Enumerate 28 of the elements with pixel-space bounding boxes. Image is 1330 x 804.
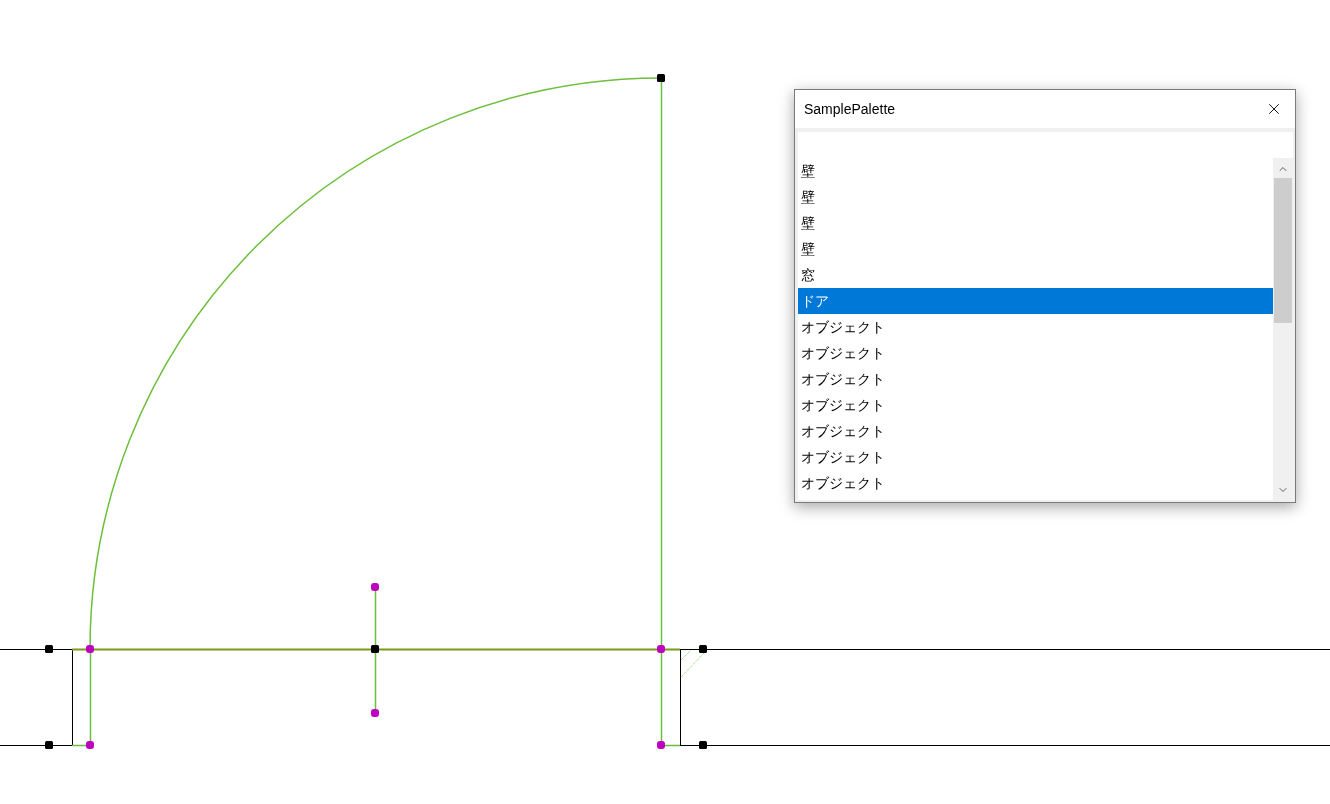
list-item[interactable]: 壁	[798, 236, 1273, 262]
list-item[interactable]: オブジェクト	[798, 392, 1273, 418]
list-item[interactable]: オブジェクト	[798, 470, 1273, 496]
grip-handle[interactable]	[371, 583, 379, 591]
grip-handle[interactable]	[86, 741, 94, 749]
list-item[interactable]: オブジェクト	[798, 444, 1273, 470]
list-item[interactable]: オブジェクト	[798, 366, 1273, 392]
list-item[interactable]: 壁	[798, 210, 1273, 236]
list-item[interactable]: オブジェクト	[798, 418, 1273, 444]
grip-handle[interactable]	[657, 741, 665, 749]
list-item[interactable]: 壁	[798, 158, 1273, 184]
grip-handle[interactable]	[45, 741, 53, 749]
scrollbar-thumb[interactable]	[1274, 178, 1292, 323]
list-item[interactable]: オブジェクト	[798, 314, 1273, 340]
grip-handle[interactable]	[371, 645, 379, 653]
scrollbar[interactable]	[1273, 158, 1293, 500]
list-item[interactable]: 壁	[798, 184, 1273, 210]
window-title: SamplePalette	[804, 99, 896, 119]
grip-handle[interactable]	[699, 741, 707, 749]
grip-handle[interactable]	[657, 645, 665, 653]
list-item[interactable]: 窓	[798, 262, 1273, 288]
grip-handle[interactable]	[657, 74, 665, 82]
list-item[interactable]: ドア	[798, 288, 1273, 314]
grip-handle[interactable]	[45, 645, 53, 653]
list-item[interactable]: オブジェクト	[798, 340, 1273, 366]
grip-handle[interactable]	[699, 645, 707, 653]
grip-handle[interactable]	[86, 645, 94, 653]
grip-handle[interactable]	[371, 709, 379, 717]
